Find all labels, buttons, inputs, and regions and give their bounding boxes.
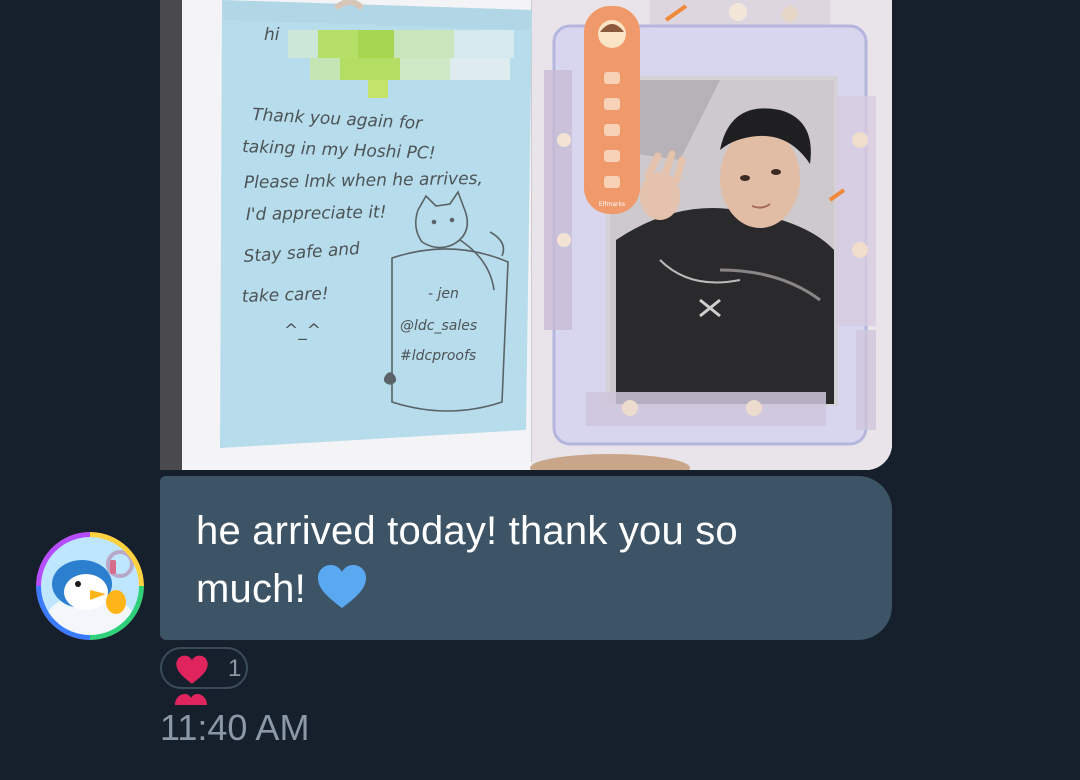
blue-heart-icon [316, 564, 368, 626]
message-text-container: he arrived today! thank you so much! [196, 502, 836, 626]
message-text: he arrived today! thank you so much! [196, 509, 738, 611]
bookmark-brand: Elfmarks [599, 201, 625, 208]
reaction-pill[interactable]: 1 [160, 647, 248, 689]
signature-tag: #ldcproofs [400, 348, 476, 364]
message-bubble[interactable]: he arrived today! thank you so much! [160, 476, 892, 640]
reaction-count: 1 [228, 655, 242, 682]
note-line: ^_^ [284, 321, 321, 341]
red-heart-icon [174, 655, 210, 690]
note-line: I'd appreciate it! [246, 203, 387, 225]
photo-image: hi Thank you again for taking in my Hosh… [160, 0, 892, 470]
signature-name: - jen [428, 286, 459, 302]
signature-handle: @ldc_sales [400, 318, 477, 334]
sender-avatar[interactable] [36, 532, 144, 640]
note-line-hi: hi [264, 25, 280, 45]
note-line: Please lmk when he arrives, [244, 169, 483, 193]
penguin-avatar-image [36, 532, 144, 640]
photo-attachment[interactable]: hi Thank you again for taking in my Hosh… [160, 0, 892, 470]
sticky-note: hi Thank you again for taking in my Hosh… [220, 0, 532, 448]
dm-conversation: hi Thank you again for taking in my Hosh… [0, 0, 1080, 780]
note-line: take care! [241, 284, 328, 307]
message-timestamp: 11:40 AM [160, 707, 310, 748]
bookmark: Elfmarks [584, 6, 640, 214]
